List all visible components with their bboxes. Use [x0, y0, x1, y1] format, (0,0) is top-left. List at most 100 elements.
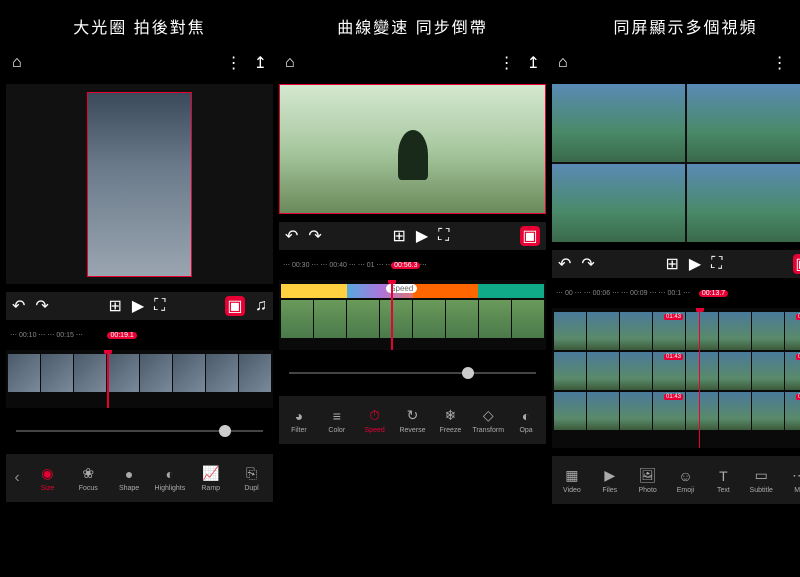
- reverse-icon: ↻: [404, 407, 422, 425]
- tool-shape[interactable]: ●Shape: [110, 465, 149, 492]
- undo-icon[interactable]: ↶: [12, 296, 25, 316]
- tool-size[interactable]: ◉Size: [28, 465, 67, 492]
- timeline[interactable]: [6, 350, 273, 408]
- feature-title: 曲線變速 同步倒帶: [279, 6, 546, 42]
- preview-area[interactable]: [552, 84, 800, 242]
- tool-highlights[interactable]: ◐Highlights: [150, 465, 189, 492]
- tool-transform[interactable]: ◇Transform: [470, 407, 506, 434]
- add-icon[interactable]: ⊞: [392, 226, 405, 246]
- tool-color[interactable]: ≡Color: [319, 407, 355, 434]
- current-time: 00:13.7: [699, 290, 728, 297]
- video-icon: ▦: [563, 467, 581, 485]
- playhead[interactable]: [699, 308, 701, 448]
- time-ruler[interactable]: ⋯ 00:10 ⋯⋯ 00:15 ⋯00:19.1: [6, 328, 273, 342]
- mo-icon: ⋯: [790, 467, 800, 485]
- record-button[interactable]: ▣: [225, 296, 245, 316]
- tool-bar: ‹◉Size❀Focus●Shape◐Highlights📈Ramp⎘Dupl: [6, 454, 273, 502]
- transport-controls: ↶ ↷ ⊞ ▶ ⛶ ▣: [552, 250, 800, 278]
- tool-text[interactable]: TText: [705, 467, 741, 494]
- focus-icon: ❀: [79, 465, 97, 483]
- tool-reverse[interactable]: ↻Reverse: [395, 407, 431, 434]
- tool-focus[interactable]: ❀Focus: [69, 465, 108, 492]
- undo-icon[interactable]: ↶: [558, 254, 571, 274]
- add-icon[interactable]: ⊞: [665, 254, 678, 274]
- transform-icon: ◇: [479, 407, 497, 425]
- tool-emoji[interactable]: ☺Emoji: [668, 467, 704, 494]
- undo-icon[interactable]: ↶: [285, 226, 298, 246]
- add-icon[interactable]: ⊞: [108, 296, 121, 316]
- play-icon[interactable]: ▶: [132, 296, 144, 316]
- video-frame: [279, 84, 546, 214]
- top-bar: ⌂ ⋮ ↥: [552, 50, 800, 76]
- tool-bar: ◕Filter≡Color⏱Speed↻Reverse❄Freeze◇Trans…: [279, 396, 546, 444]
- opa-icon: ◐: [517, 407, 535, 425]
- screen-2: 曲線變速 同步倒帶 ⌂ ⋮ ↥ ↶ ↷ ⊞ ▶ ⛶ ▣ ⋯ 00:30 ⋯⋯ 00…: [279, 6, 546, 571]
- tool-freeze[interactable]: ❄Freeze: [432, 407, 468, 434]
- more-icon[interactable]: ⋮: [499, 53, 515, 73]
- export-icon[interactable]: ↥: [527, 53, 540, 73]
- transport-controls: ↶ ↷ ⊞ ▶ ⛶ ▣: [279, 222, 546, 250]
- music-icon[interactable]: ♫: [255, 297, 267, 315]
- tool-speed[interactable]: ⏱Speed: [357, 407, 393, 434]
- multi-video-grid: [552, 84, 800, 242]
- more-icon[interactable]: ⋮: [772, 53, 788, 73]
- preview-area[interactable]: [279, 84, 546, 214]
- screen-3: 同屏顯示多個視頻 ⌂ ⋮ ↥ ↶ ↷ ⊞ ▶ ⛶ ▣ ⋯ 00 ⋯⋯ 00:06 …: [552, 6, 800, 571]
- tool-dupl[interactable]: ⎘Dupl: [232, 465, 271, 492]
- speed-icon: ⏱: [366, 407, 384, 425]
- color-icon: ≡: [328, 407, 346, 425]
- home-icon[interactable]: ⌂: [285, 54, 295, 72]
- redo-icon[interactable]: ↷: [35, 296, 48, 316]
- ramp-icon: 📈: [202, 465, 220, 483]
- fullscreen-icon[interactable]: ⛶: [711, 255, 722, 273]
- tool-files[interactable]: ▶Files: [592, 467, 628, 494]
- highlights-icon: ◐: [161, 465, 179, 483]
- video-frame: [87, 92, 192, 277]
- top-bar: ⌂ ⋮ ↥: [6, 50, 273, 76]
- tool-mo[interactable]: ⋯Mo: [781, 467, 800, 494]
- tool-opa[interactable]: ◐Opa: [508, 407, 544, 434]
- photo-icon: 🖼: [639, 467, 657, 485]
- more-icon[interactable]: ⋮: [226, 53, 242, 73]
- redo-icon[interactable]: ↷: [581, 254, 594, 274]
- play-icon[interactable]: ▶: [689, 254, 701, 274]
- current-time: 00:56.3: [391, 262, 420, 269]
- text-icon: T: [714, 467, 732, 485]
- playhead[interactable]: [391, 280, 393, 350]
- tool-video[interactable]: ▦Video: [554, 467, 590, 494]
- time-ruler[interactable]: ⋯ 00 ⋯⋯ 00:06 ⋯⋯ 00:09 ⋯⋯ 00:1 ⋯00:13.7: [552, 286, 800, 300]
- current-time: 00:19.1: [107, 332, 136, 339]
- playhead[interactable]: [107, 350, 109, 408]
- screen-1: 大光圈 拍後對焦 ⌂ ⋮ ↥ ↶ ↷ ⊞ ▶ ⛶ ▣ ♫ ⋯ 00:10 ⋯⋯ 0…: [6, 6, 273, 571]
- freeze-icon: ❄: [441, 407, 459, 425]
- size-icon: ◉: [38, 465, 56, 483]
- time-ruler[interactable]: ⋯ 00:30 ⋯⋯ 00:40 ⋯⋯ 01 ⋯⋯ 01:30.0 ⋯00:56…: [279, 258, 546, 272]
- fullscreen-icon[interactable]: ⛶: [154, 297, 165, 315]
- feature-title: 大光圈 拍後對焦: [6, 6, 273, 42]
- transport-controls: ↶ ↷ ⊞ ▶ ⛶ ▣ ♫: [6, 292, 273, 320]
- emoji-icon: ☺: [677, 467, 695, 485]
- tool-ramp[interactable]: 📈Ramp: [191, 465, 230, 492]
- filter-icon: ◕: [290, 407, 308, 425]
- tool-filter[interactable]: ◕Filter: [281, 407, 317, 434]
- value-slider[interactable]: [279, 358, 546, 388]
- record-button[interactable]: ▣: [520, 226, 540, 246]
- redo-icon[interactable]: ↷: [308, 226, 321, 246]
- subtitle-icon: ▭: [752, 467, 770, 485]
- tool-subtitle[interactable]: ▭Subtitle: [743, 467, 779, 494]
- tool-photo[interactable]: 🖼Photo: [630, 467, 666, 494]
- value-slider[interactable]: [6, 416, 273, 446]
- record-button[interactable]: ▣: [793, 254, 800, 274]
- home-icon[interactable]: ⌂: [558, 54, 568, 72]
- preview-area[interactable]: [6, 84, 273, 284]
- feature-title: 同屏顯示多個視頻: [552, 6, 800, 42]
- back-icon[interactable]: ‹: [8, 469, 26, 487]
- export-icon[interactable]: ↥: [254, 53, 267, 73]
- fullscreen-icon[interactable]: ⛶: [438, 227, 449, 245]
- play-icon[interactable]: ▶: [416, 226, 428, 246]
- timeline[interactable]: Speed: [279, 280, 546, 350]
- timeline[interactable]: 01:4301:4301:4301:4301:4301:43: [552, 308, 800, 448]
- top-bar: ⌂ ⋮ ↥: [279, 50, 546, 76]
- tool-bar: ▦Video▶Files🖼Photo☺EmojiTText▭Subtitle⋯M…: [552, 456, 800, 504]
- home-icon[interactable]: ⌂: [12, 54, 22, 72]
